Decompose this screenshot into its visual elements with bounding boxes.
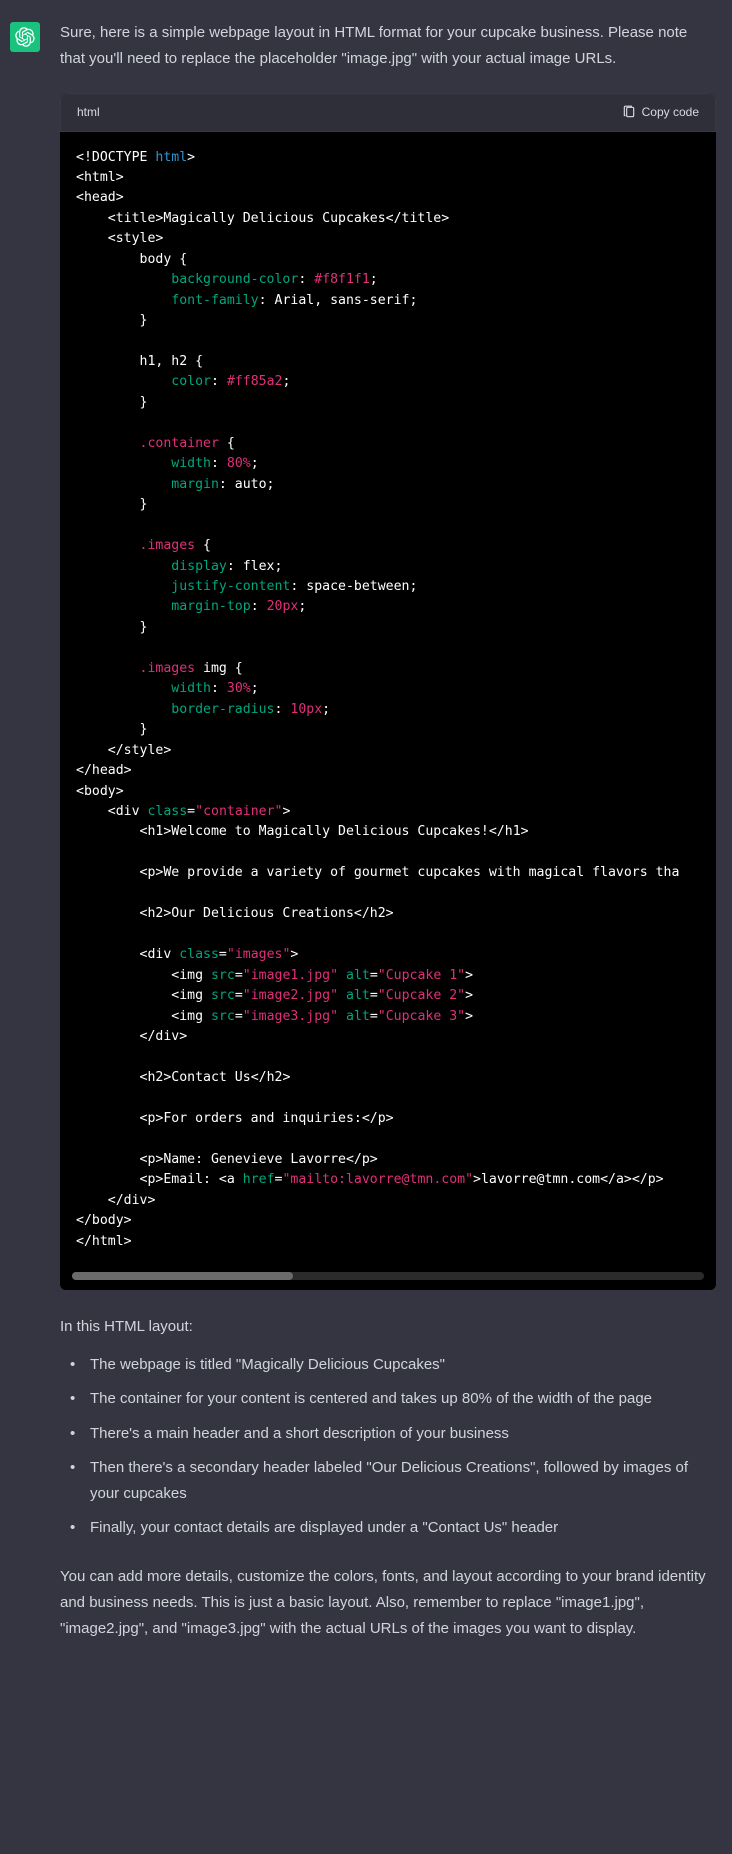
code-body[interactable]: <!DOCTYPE html> <html> <head> <title>Mag… (60, 132, 716, 1268)
code-content: <!DOCTYPE html> <html> <head> <title>Mag… (76, 148, 700, 1252)
openai-logo-icon (15, 27, 35, 47)
outro-paragraph: You can add more details, customize the … (60, 1564, 716, 1643)
list-item: Then there's a secondary header labeled … (78, 1455, 716, 1508)
list-item: Finally, your contact details are displa… (78, 1515, 716, 1541)
horizontal-scrollbar[interactable] (72, 1272, 704, 1280)
message-content: Sure, here is a simple webpage layout in… (60, 20, 716, 1642)
code-block-header: html Copy code (60, 93, 716, 132)
code-language-label: html (77, 102, 100, 123)
list-item: The container for your content is center… (78, 1386, 716, 1412)
outro-heading: In this HTML layout: (60, 1314, 716, 1340)
explanation-list: The webpage is titled "Magically Delicio… (60, 1352, 716, 1542)
copy-code-button[interactable]: Copy code (622, 102, 699, 123)
list-item: The webpage is titled "Magically Delicio… (78, 1352, 716, 1378)
scrollbar-thumb[interactable] (72, 1272, 293, 1280)
copy-code-label: Copy code (642, 102, 699, 123)
clipboard-icon (622, 105, 636, 119)
intro-paragraph: Sure, here is a simple webpage layout in… (60, 20, 716, 73)
code-block: html Copy code <!DOCTYPE html> <html> <h… (60, 93, 716, 1290)
assistant-avatar (10, 22, 40, 52)
assistant-message: Sure, here is a simple webpage layout in… (0, 20, 732, 1642)
list-item: There's a main header and a short descri… (78, 1421, 716, 1447)
